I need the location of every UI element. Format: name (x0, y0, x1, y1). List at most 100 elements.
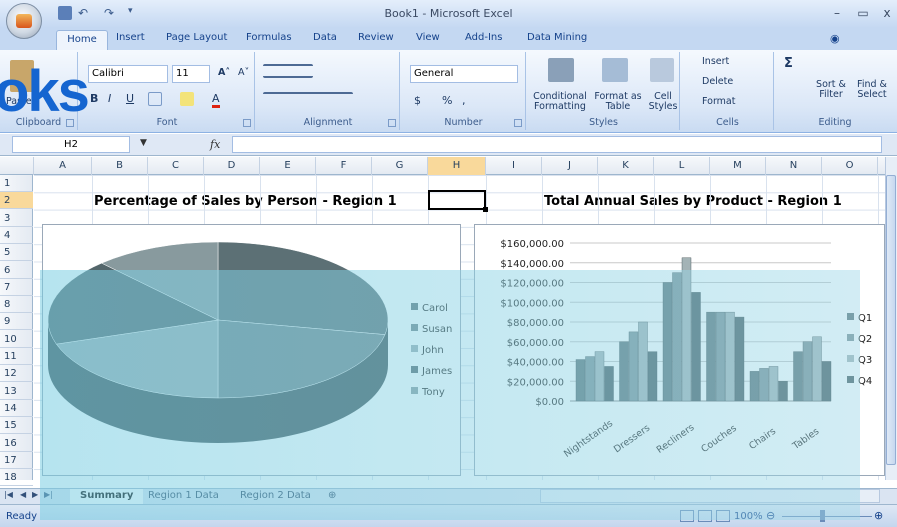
font-launcher-icon[interactable] (243, 119, 251, 127)
prev-sheet-icon[interactable]: ◀ (20, 490, 26, 499)
name-box[interactable]: H2 (12, 136, 130, 153)
row-header-5[interactable]: 5 (0, 244, 33, 262)
row-header-13[interactable]: 13 (0, 383, 33, 400)
zoom-level[interactable]: 100% (734, 511, 763, 522)
last-sheet-icon[interactable]: ▶| (44, 490, 53, 499)
bold-button[interactable]: B (90, 92, 98, 105)
borders-icon[interactable] (148, 92, 162, 106)
cell-styles-button[interactable]: Cell Styles (648, 92, 678, 112)
alignment-launcher-icon[interactable] (388, 119, 396, 127)
sort-filter-button[interactable]: Sort & Filter (812, 80, 850, 100)
cell-styles-icon[interactable] (650, 58, 674, 82)
column-header-j[interactable]: J (542, 157, 598, 175)
page-layout-view-icon[interactable] (698, 510, 712, 522)
zoom-slider-thumb[interactable] (820, 510, 825, 522)
first-sheet-icon[interactable]: |◀ (4, 490, 13, 499)
row-header-18[interactable]: 18 (0, 469, 33, 487)
zoom-slider[interactable] (782, 516, 872, 517)
tab-data[interactable]: Data (313, 32, 337, 43)
format-cells-button[interactable]: Format (702, 96, 735, 107)
column-header-i[interactable]: I (486, 157, 542, 175)
column-header-h[interactable]: H (428, 157, 486, 175)
underline-button[interactable]: U (126, 92, 134, 105)
shrink-font-button[interactable]: A˅ (238, 67, 249, 78)
find-select-button[interactable]: Find & Select (852, 80, 892, 100)
row-header-16[interactable]: 16 (0, 435, 33, 452)
zoom-in-icon[interactable]: ⊕ (874, 509, 883, 522)
format-as-table-icon[interactable] (602, 58, 628, 82)
office-button[interactable] (6, 3, 42, 39)
row-header-10[interactable]: 10 (0, 331, 33, 348)
tab-review[interactable]: Review (358, 32, 394, 43)
format-as-table-button[interactable]: Format as Table (592, 92, 644, 112)
normal-view-icon[interactable] (680, 510, 694, 522)
conditional-formatting-button[interactable]: Conditional Formatting (532, 92, 588, 112)
zoom-out-icon[interactable]: ⊖ (766, 509, 775, 522)
tab-formulas[interactable]: Formulas (246, 32, 292, 43)
column-header-e[interactable]: E (260, 157, 316, 175)
tab-view[interactable]: View (416, 32, 440, 43)
column-header-g[interactable]: G (372, 157, 428, 175)
column-header-o[interactable]: O (822, 157, 878, 175)
percent-button[interactable]: % (442, 94, 452, 107)
vertical-scroll-thumb[interactable] (886, 175, 896, 465)
minimize-button[interactable]: – (830, 6, 844, 20)
tab-insert[interactable]: Insert (116, 32, 145, 43)
column-header-n[interactable]: N (766, 157, 822, 175)
font-color-button[interactable]: A (212, 92, 220, 108)
font-size-box[interactable]: 11 (172, 65, 210, 83)
row-header-3[interactable]: 3 (0, 210, 33, 227)
row-header-6[interactable]: 6 (0, 262, 33, 279)
row-header-2[interactable]: 2 (0, 192, 33, 210)
help-icon[interactable]: ◉ (830, 32, 840, 45)
name-box-dropdown-icon[interactable]: ▼ (140, 138, 147, 148)
fill-color-icon[interactable] (180, 92, 194, 106)
row-header-4[interactable]: 4 (0, 227, 33, 244)
conditional-formatting-icon[interactable] (548, 58, 574, 82)
column-header-l[interactable]: L (654, 157, 710, 175)
column-header-b[interactable]: B (92, 157, 148, 175)
insert-function-button[interactable]: fx (210, 138, 220, 151)
row-header-15[interactable]: 15 (0, 417, 33, 435)
row-header-12[interactable]: 12 (0, 365, 33, 383)
decrease-decimal-icon[interactable] (500, 94, 514, 108)
horizontal-scrollbar[interactable] (540, 489, 880, 503)
column-header-d[interactable]: D (204, 157, 260, 175)
merge-center-icon[interactable] (375, 92, 389, 106)
fill-icon[interactable] (786, 78, 800, 92)
orientation-icon[interactable] (321, 64, 345, 78)
autosum-button[interactable]: Σ (784, 56, 793, 71)
italic-button[interactable]: I (108, 92, 111, 105)
maximize-button[interactable]: ▭ (856, 6, 870, 20)
row-header-9[interactable]: 9 (0, 313, 33, 331)
number-format-box[interactable]: General (410, 65, 518, 83)
tab-page-layout[interactable]: Page Layout (166, 32, 227, 43)
vertical-align-icon[interactable] (263, 64, 313, 78)
pie-chart[interactable]: Carol Susan John James Tony (42, 224, 461, 476)
sheet-tab-region-1[interactable]: Region 1 Data (138, 489, 229, 504)
sheet-tab-region-2[interactable]: Region 2 Data (230, 489, 321, 504)
column-header-c[interactable]: C (148, 157, 204, 175)
row-header-14[interactable]: 14 (0, 400, 33, 417)
horizontal-align-icon[interactable] (263, 92, 353, 106)
insert-sheet-icon[interactable]: ⊕ (318, 489, 346, 504)
bar-chart[interactable]: $160,000.00 $140,000.00 $120,000.00 $100,00… (474, 224, 885, 476)
clear-icon[interactable] (786, 98, 800, 112)
column-header-m[interactable]: M (710, 157, 766, 175)
comma-button[interactable]: , (462, 94, 466, 107)
row-header-8[interactable]: 8 (0, 296, 33, 314)
column-header-f[interactable]: F (316, 157, 372, 175)
font-name-box[interactable]: Calibri (88, 65, 168, 83)
tab-add-ins[interactable]: Add-Ins (465, 32, 502, 43)
row-header-17[interactable]: 17 (0, 452, 33, 469)
close-button[interactable]: x (880, 6, 894, 20)
row-header-11[interactable]: 11 (0, 348, 33, 365)
tab-home[interactable]: Home (56, 30, 108, 50)
number-launcher-icon[interactable] (514, 119, 522, 127)
page-break-view-icon[interactable] (716, 510, 730, 522)
currency-button[interactable]: $ (414, 94, 421, 107)
increase-decimal-icon[interactable] (478, 94, 492, 108)
column-header-a[interactable]: A (34, 157, 92, 175)
select-all-corner[interactable] (0, 157, 34, 175)
next-sheet-icon[interactable]: ▶ (32, 490, 38, 499)
